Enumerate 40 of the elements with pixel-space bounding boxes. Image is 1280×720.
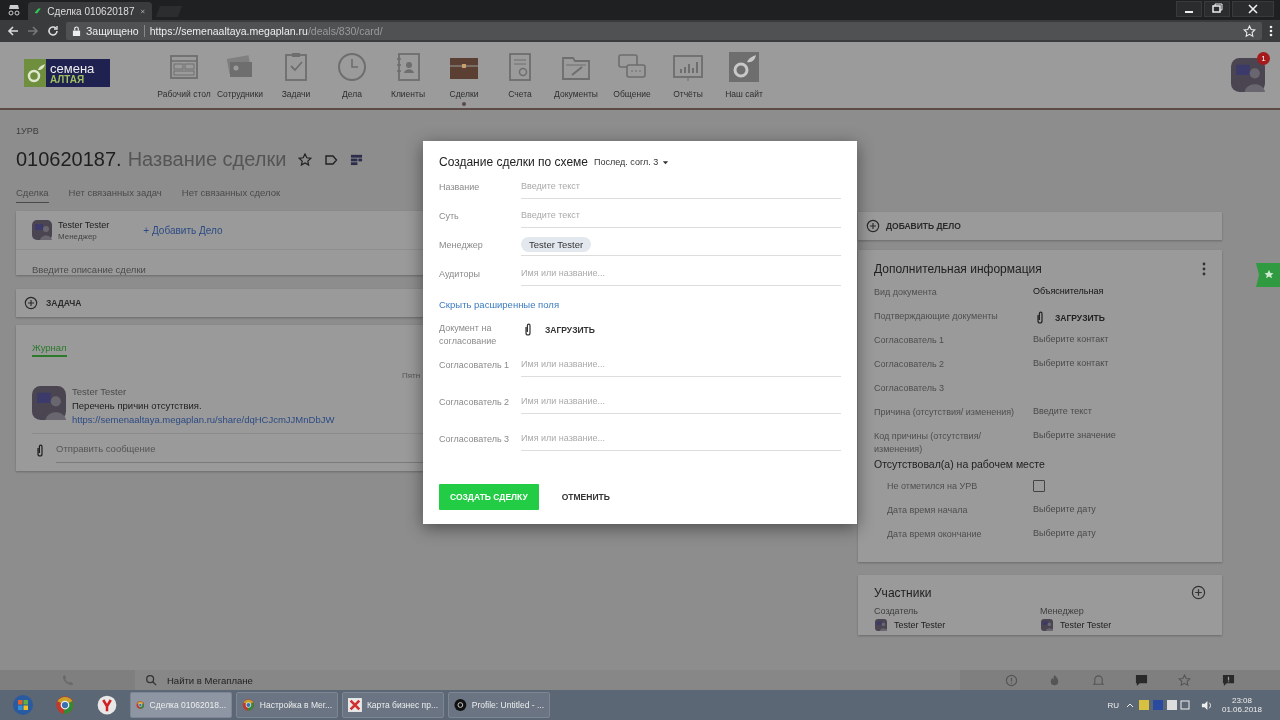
field-label: Согласователь 1 [874,334,946,347]
deal-title: Название сделки [127,148,287,171]
field-label: Название [439,181,481,194]
deal-number: 010620187. [16,148,122,171]
field-value: Объяснительная [1033,286,1104,298]
company-logo: семена АЛТАЯ [24,59,110,87]
participant-name: Tester Tester [1060,620,1112,631]
field-label: Код причины (отсутствия/ изменения) [874,430,982,457]
field-label: Дата время начала [887,504,969,518]
field-label: Не отметился на УРВ [887,480,979,494]
field-label: Аудиторы [439,268,481,281]
manager-role: Менеджер [58,231,98,241]
section-title: Участники [874,585,932,600]
participant-role: Менеджер [1040,606,1085,617]
field-label: Дата время окончание [887,528,983,542]
section-heading: Отсутствовал(а) на рабочем месте [874,458,1046,471]
participant-name: Tester Tester [894,620,946,631]
dialog-title: Создание сделки по схеме [439,155,588,169]
field-label: Причина (отсутствия/ изменения) [874,406,1016,419]
message-date: Пятн [402,371,422,380]
field-label: Согласователь 3 [874,382,946,395]
field-label: Согласователь 3 [439,433,511,446]
field-label: Согласователь 2 [439,396,511,409]
field-label: Согласователь 1 [439,359,511,372]
message-author: Tester Tester [72,386,128,397]
security-label: Защищено [86,25,139,37]
field-label: Подтверждающие документы [874,310,999,323]
field-label: Менеджер [439,239,484,252]
url-path: /deals/830/card/ [307,25,383,37]
section-title: Дополнительная информация [874,262,1042,276]
field-label: Согласователь 2 [874,358,946,371]
notification-badge: 1 [1257,52,1270,65]
url-host: https://semenaaltaya.megaplan.ru [149,25,308,37]
message-text: Перечень причин отсутствия. [72,400,203,411]
breadcrumb: 1УРВ [16,126,40,136]
participant-role: Создатель [874,606,920,617]
field-label: Вид документа [874,286,938,299]
field-label: Документ на согласование [439,322,498,349]
manager-name: Tester Tester [58,219,110,230]
field-label: Суть [439,210,460,223]
